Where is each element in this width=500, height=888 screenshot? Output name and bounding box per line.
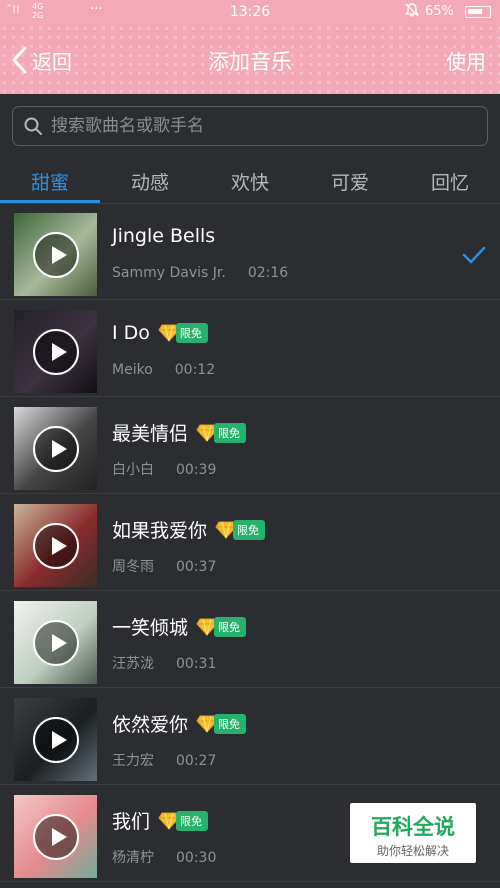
play-icon[interactable] xyxy=(33,329,79,375)
song-title-text: Jingle Bells xyxy=(112,225,216,247)
search-input[interactable] xyxy=(51,116,471,136)
song-meta: 杨清柠 00:30 xyxy=(112,847,216,867)
song-row[interactable]: 一笑倾城 限免汪苏泷 00:31 xyxy=(0,591,500,688)
song-meta: 白小白 00:39 xyxy=(112,459,216,479)
badge-label: 限免 xyxy=(214,713,247,734)
song-title-text: 我们 xyxy=(112,811,151,833)
free-limited-badge: 限免 xyxy=(196,616,247,637)
tab-sweet[interactable]: 甜蜜 xyxy=(0,168,100,195)
battery-icon xyxy=(465,6,491,18)
free-limited-badge: 限免 xyxy=(158,323,208,343)
song-meta: Meiko 00:12 xyxy=(112,362,215,378)
album-cover xyxy=(14,698,97,781)
badge-label: 限免 xyxy=(176,810,209,831)
battery-percent: 65% xyxy=(425,4,454,19)
play-icon[interactable] xyxy=(33,620,79,666)
song-title-text: 如果我爱你 xyxy=(112,520,208,542)
song-meta: 王力宏 00:27 xyxy=(112,750,216,770)
page-title: 添加音乐 xyxy=(208,50,292,74)
badge-label: 限免 xyxy=(175,323,208,343)
song-title: 依然爱你 限免 xyxy=(112,710,247,737)
badge-label: 限免 xyxy=(214,616,247,637)
song-row[interactable]: 依然爱你 限免王力宏 00:27 xyxy=(0,688,500,785)
tab-cheerful[interactable]: 欢快 xyxy=(200,168,300,195)
category-tabs: 甜蜜 动感 欢快 可爱 回忆 xyxy=(0,158,500,204)
song-title: 我们 限免 xyxy=(112,807,209,834)
song-duration: 02:16 xyxy=(247,265,289,281)
artist-name: Sammy Davis Jr. xyxy=(112,265,226,281)
artist-name: Meiko xyxy=(112,362,153,378)
artist-name: 白小白 xyxy=(112,462,154,478)
song-title-text: 依然爱你 xyxy=(112,714,189,736)
tab-cute[interactable]: 可爱 xyxy=(300,168,400,195)
song-duration: 00:12 xyxy=(174,362,216,378)
watermark-logo: 百科全说 助你轻松解决 xyxy=(350,803,476,863)
album-cover xyxy=(14,795,97,878)
play-icon[interactable] xyxy=(33,232,79,278)
artist-name: 王力宏 xyxy=(112,753,154,769)
play-icon[interactable] xyxy=(33,814,79,860)
album-cover xyxy=(14,407,97,490)
song-title-text: I Do xyxy=(112,322,150,344)
song-duration: 00:30 xyxy=(176,850,217,866)
artist-name: 汪苏泷 xyxy=(112,656,154,672)
song-row[interactable]: 最美情侣 限免白小白 00:39 xyxy=(0,397,500,494)
song-meta: 汪苏泷 00:31 xyxy=(112,653,216,673)
song-duration: 00:37 xyxy=(176,559,217,575)
song-title: 如果我爱你 限免 xyxy=(112,516,266,543)
song-duration: 00:27 xyxy=(176,753,217,769)
app-header: 返回 添加音乐 使用 xyxy=(0,24,500,94)
play-icon[interactable] xyxy=(33,717,79,763)
song-row[interactable]: 如果我爱你 限免周冬雨 00:37 xyxy=(0,494,500,591)
watermark-subtitle: 助你轻松解决 xyxy=(376,844,449,858)
song-title: Jingle Bells xyxy=(112,225,215,247)
artist-name: 杨清柠 xyxy=(112,850,154,866)
play-icon[interactable] xyxy=(33,426,79,472)
album-cover xyxy=(14,213,97,296)
song-row[interactable]: Jingle Bells Sammy Davis Jr. 02:16 xyxy=(0,203,500,300)
album-cover xyxy=(14,601,97,684)
mute-bell-icon xyxy=(405,3,419,21)
song-title: 一笑倾城 限免 xyxy=(112,613,247,640)
album-cover xyxy=(14,504,97,587)
song-duration: 00:31 xyxy=(176,656,217,672)
use-button[interactable]: 使用 xyxy=(446,46,486,75)
song-meta: 周冬雨 00:37 xyxy=(112,556,216,576)
tab-memories[interactable]: 回忆 xyxy=(400,168,500,195)
free-limited-badge: 限免 xyxy=(196,422,247,443)
badge-label: 限免 xyxy=(233,519,266,540)
album-cover xyxy=(14,310,97,393)
free-limited-badge: 限免 xyxy=(158,810,209,831)
song-title-text: 一笑倾城 xyxy=(112,617,189,639)
status-bar: ˝ll 4G 2G ··· 13:26 65% xyxy=(0,0,500,24)
song-meta: Sammy Davis Jr. 02:16 xyxy=(112,265,288,281)
badge-label: 限免 xyxy=(214,422,247,443)
song-title: 最美情侣 限免 xyxy=(112,419,247,446)
play-icon[interactable] xyxy=(33,523,79,569)
artist-name: 周冬雨 xyxy=(112,559,154,575)
tab-dynamic[interactable]: 动感 xyxy=(100,168,200,195)
song-duration: 00:39 xyxy=(176,462,217,478)
song-title-text: 最美情侣 xyxy=(112,423,189,445)
song-title: I Do 限免 xyxy=(112,322,208,344)
song-row[interactable]: I Do 限免 Meiko 00:12 xyxy=(0,300,500,397)
search-icon xyxy=(24,117,42,135)
watermark-title: 百科全说 xyxy=(371,815,455,839)
free-limited-badge: 限免 xyxy=(215,519,266,540)
search-bar[interactable] xyxy=(12,106,488,146)
free-limited-badge: 限免 xyxy=(196,713,247,734)
checkmark-icon xyxy=(462,246,486,264)
